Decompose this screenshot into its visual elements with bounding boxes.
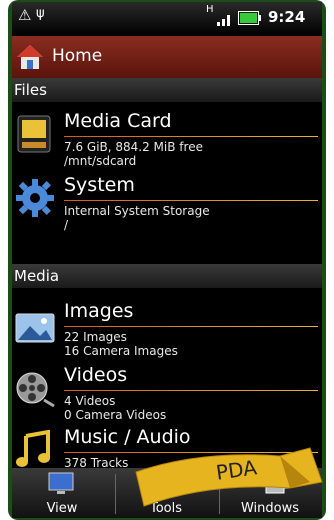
film-reel-icon xyxy=(16,372,55,408)
status-bar: ⚠ ψ H 9:24 xyxy=(12,2,322,36)
item-title: Videos xyxy=(64,364,128,386)
image-icon xyxy=(15,313,55,343)
warning-icon: ⚠ xyxy=(18,6,32,24)
battery-icon xyxy=(238,11,261,25)
section-media-header: Media xyxy=(12,264,322,288)
sd-card-icon xyxy=(17,115,51,153)
music-note-icon xyxy=(16,430,50,467)
item-detail: 7.6 GiB, 884.2 MiB free xyxy=(64,140,203,154)
item-detail-secondary: 16 Camera Images xyxy=(64,344,178,358)
item-path: / xyxy=(64,218,69,232)
item-detail: 4 Videos xyxy=(64,394,116,408)
item-title: Images xyxy=(64,300,134,322)
item-detail: 22 Images xyxy=(64,330,127,344)
item-title: System xyxy=(64,174,135,196)
divider-line xyxy=(64,136,318,137)
monitor-icon xyxy=(48,472,74,494)
home-icon xyxy=(17,45,43,69)
clock: 9:24 xyxy=(268,8,306,26)
view-label: View xyxy=(46,501,78,516)
signal-icon xyxy=(217,15,230,26)
divider-line xyxy=(64,390,318,391)
list-item-system[interactable]: System Internal System Storage / xyxy=(12,174,322,236)
phone-screen: ⚠ ψ H 9:24 Home Files Media Card 7.6 GiB… xyxy=(12,2,322,518)
app-title: Home xyxy=(52,46,103,66)
list-item-videos[interactable]: Videos 4 Videos 0 Camera Videos xyxy=(12,364,322,424)
network-type: H xyxy=(206,4,214,15)
item-detail: Internal System Storage xyxy=(64,204,210,218)
item-detail-secondary: 0 Camera Videos xyxy=(64,408,167,422)
list-item-images[interactable]: Images 22 Images 16 Camera Images xyxy=(12,300,322,362)
divider-line xyxy=(64,326,318,327)
item-path: /mnt/sdcard xyxy=(64,154,137,168)
app-bar[interactable]: Home xyxy=(12,36,322,79)
gear-icon xyxy=(16,179,54,217)
list-item-media-card[interactable]: Media Card 7.6 GiB, 884.2 MiB free /mnt/… xyxy=(12,110,322,172)
item-title: Media Card xyxy=(64,110,172,132)
section-files-header: Files xyxy=(12,78,322,102)
usb-icon: ψ xyxy=(36,6,45,21)
view-button[interactable]: View xyxy=(12,468,112,518)
divider-line xyxy=(64,200,318,201)
